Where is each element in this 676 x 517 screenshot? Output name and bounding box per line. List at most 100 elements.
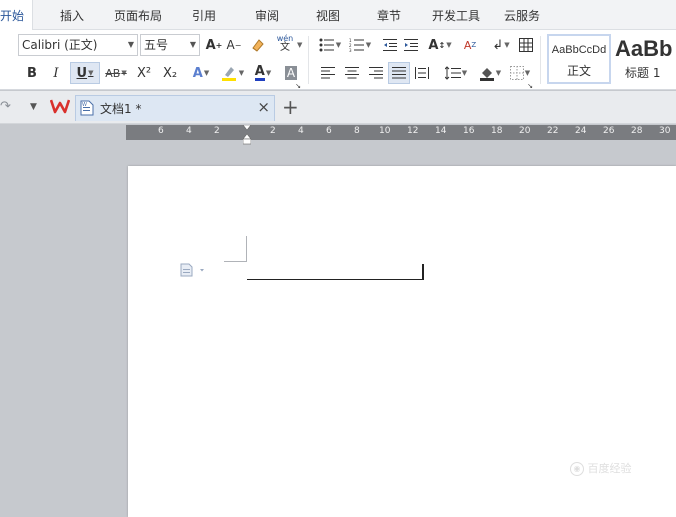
- new-tab-icon[interactable]: +: [282, 95, 299, 119]
- ruler-label: 12: [407, 126, 419, 136]
- chevron-down-icon: ▼: [365, 41, 372, 49]
- font-color-glyph: A: [254, 64, 265, 81]
- paragraph-shading-icon[interactable]: ▼: [476, 62, 504, 84]
- chevron-down-icon: ▼: [504, 41, 510, 49]
- wps-logo-icon[interactable]: [49, 97, 71, 115]
- redo-icon[interactable]: ↷: [0, 99, 14, 115]
- char-shading-button[interactable]: A: [282, 62, 300, 84]
- style-heading-1[interactable]: AaBb 标题 1: [613, 34, 676, 84]
- ruler-label: 22: [547, 126, 559, 136]
- indent-marker-icon[interactable]: [242, 124, 252, 145]
- document-title: 文档1 *: [100, 102, 142, 116]
- chevron-down-icon[interactable]: ▼: [30, 102, 37, 112]
- align-left-icon[interactable]: [318, 62, 338, 84]
- change-case-icon[interactable]: A ↕ ▼: [426, 34, 454, 56]
- chevron-down-icon: ▼: [335, 41, 342, 49]
- font-name-value: Calibri (正文): [22, 38, 98, 52]
- borders-icon[interactable]: ▼: [506, 62, 534, 84]
- show-marks-icon[interactable]: ↲ ▼: [488, 34, 514, 56]
- chevron-down-icon: ▼: [121, 69, 127, 77]
- increase-indent-icon[interactable]: [401, 34, 421, 56]
- document-tab[interactable]: W 文档1 * ×: [75, 95, 275, 121]
- font-color-button[interactable]: A ▼: [250, 62, 276, 84]
- chevron-down-icon: ▼: [446, 41, 452, 49]
- ruler-label: 24: [575, 126, 587, 136]
- grow-font-icon[interactable]: A +: [204, 34, 224, 56]
- watermark-logo-icon: ◉: [570, 462, 584, 476]
- chevron-down-icon: ▼: [265, 69, 272, 77]
- tab-insert[interactable]: 插入: [60, 0, 84, 30]
- paragraph-handle-icon[interactable]: [180, 263, 210, 277]
- align-justify-icon[interactable]: [388, 62, 410, 84]
- ruler-label: 2: [214, 126, 220, 136]
- style-normal[interactable]: AaBbCcDd 正文: [547, 34, 611, 84]
- margin-corner-mark: [224, 236, 247, 262]
- strikethrough-button[interactable]: AB ▼: [102, 62, 130, 84]
- tab-review[interactable]: 审阅: [255, 0, 279, 30]
- document-page[interactable]: ◉ 百度经验: [128, 166, 676, 517]
- chevron-down-icon: ▼: [127, 40, 134, 49]
- text-effect-glyph: A: [192, 65, 203, 81]
- pinyin-bottom-text: 文: [280, 42, 290, 53]
- tab-home[interactable]: 开始: [0, 0, 34, 30]
- bullet-list-icon[interactable]: ▼: [316, 34, 344, 56]
- svg-text:W: W: [82, 102, 87, 108]
- style-heading-1-sample: AaBb: [615, 36, 673, 61]
- text-cursor: [422, 264, 424, 280]
- distributed-align-icon[interactable]: [412, 62, 432, 84]
- chevron-down-icon: ▼: [524, 69, 531, 77]
- shrink-font-icon[interactable]: A −: [225, 34, 243, 56]
- pinyin-guide-icon[interactable]: wén 文: [274, 32, 296, 54]
- tab-cloud-service[interactable]: 云服务: [504, 0, 540, 30]
- document-icon: W: [80, 100, 94, 116]
- bold-button[interactable]: B: [22, 62, 42, 84]
- tab-references[interactable]: 引用: [192, 0, 216, 30]
- highlight-color-button[interactable]: ▼: [218, 62, 246, 84]
- char-shading-glyph: A: [284, 66, 298, 80]
- text-underline-line: [247, 279, 424, 280]
- underline-glyph: U: [76, 65, 88, 81]
- ruler-label: 6: [158, 126, 164, 136]
- line-spacing-icon[interactable]: ▼: [442, 62, 470, 84]
- subscript-button[interactable]: X₂: [159, 62, 181, 84]
- style-heading-1-label: 标题 1: [625, 66, 661, 80]
- chevron-down-icon: ▼: [203, 69, 210, 77]
- horizontal-ruler[interactable]: 6 4 2 2 4 6 8 10 12 14 16 18 20 22 24 26 28 30: [126, 124, 676, 145]
- ruler-label: 20: [519, 126, 531, 136]
- svg-text:3: 3: [349, 48, 352, 52]
- ruler-label: 18: [491, 126, 503, 136]
- decrease-indent-icon[interactable]: [380, 34, 400, 56]
- tab-developer[interactable]: 开发工具: [432, 0, 480, 30]
- numbered-list-icon[interactable]: 123 ▼: [346, 34, 374, 56]
- chevron-down-icon: ▼: [88, 69, 94, 77]
- style-normal-label: 正文: [566, 64, 591, 78]
- font-dialog-launcher-icon[interactable]: ↘: [294, 82, 302, 90]
- paragraph-dialog-launcher-icon[interactable]: ↘: [526, 82, 534, 90]
- tab-page-layout[interactable]: 页面布局: [114, 0, 162, 30]
- ruler-label: 30: [659, 126, 671, 136]
- align-center-icon[interactable]: [342, 62, 362, 84]
- chevron-down-icon: ▼: [495, 69, 502, 77]
- tab-chapter[interactable]: 章节: [377, 0, 401, 30]
- text-effect-button[interactable]: A ▼: [188, 62, 214, 84]
- italic-button[interactable]: I: [46, 62, 66, 84]
- tab-view[interactable]: 视图: [316, 0, 340, 30]
- watermark: ◉ 百度经验: [570, 460, 632, 476]
- underline-button[interactable]: U ▼: [70, 62, 100, 84]
- ruler-label: 4: [186, 126, 192, 136]
- close-icon[interactable]: ×: [257, 98, 270, 116]
- ruler-label: 6: [326, 126, 332, 136]
- highlighter-icon: [221, 67, 236, 81]
- superscript-button[interactable]: X²: [133, 62, 155, 84]
- ruler-label: 28: [631, 126, 643, 136]
- sort-icon[interactable]: AZ: [460, 34, 480, 56]
- clear-format-icon[interactable]: [248, 34, 268, 56]
- chevron-down-icon: ▼: [189, 40, 196, 49]
- font-name-select[interactable]: Calibri (正文) ▼: [18, 34, 138, 56]
- align-right-icon[interactable]: [366, 62, 386, 84]
- font-size-value: 五号: [144, 38, 169, 52]
- chevron-down-icon[interactable]: ▼: [297, 41, 302, 49]
- table-grid-icon[interactable]: [516, 34, 536, 56]
- ruler-label: 8: [354, 126, 360, 136]
- font-size-select[interactable]: 五号 ▼: [140, 34, 200, 56]
